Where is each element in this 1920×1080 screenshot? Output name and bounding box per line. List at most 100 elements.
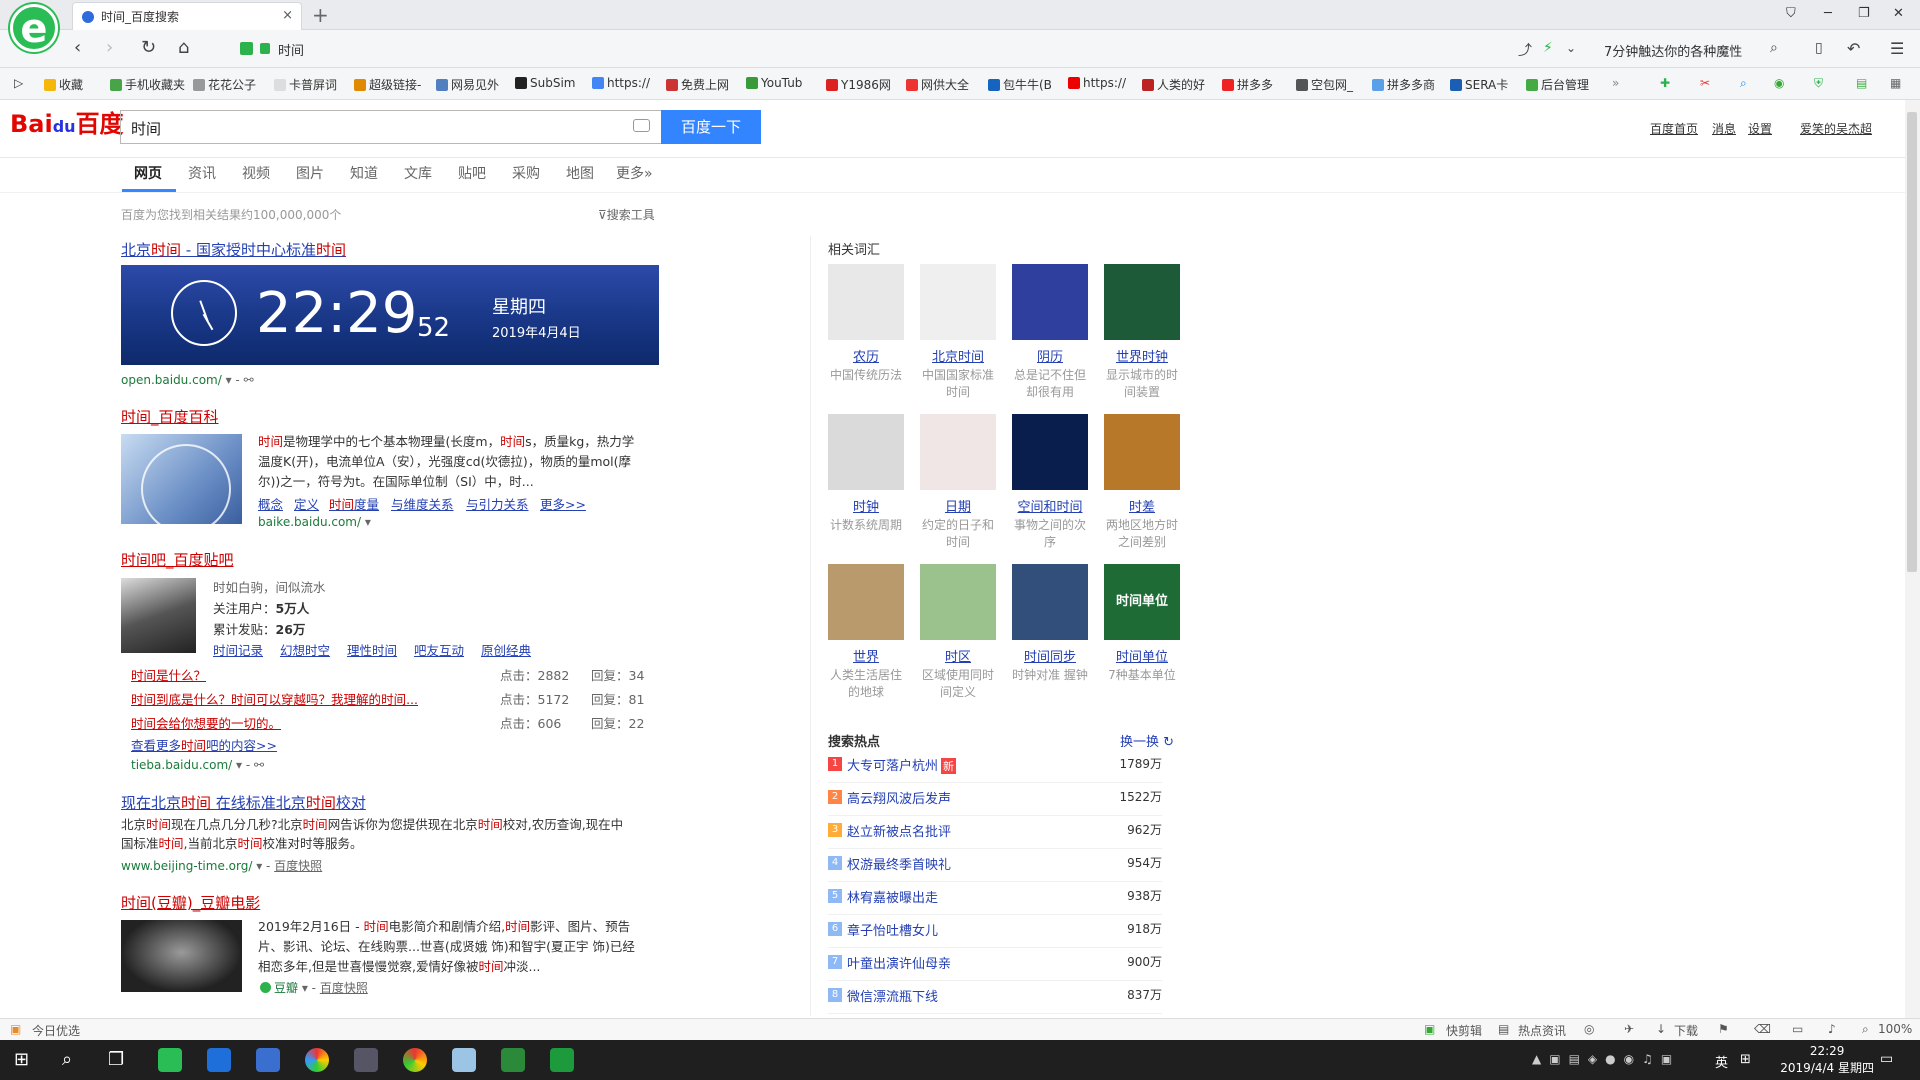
tab-wenku[interactable]: 文库 (404, 163, 432, 183)
bookmark-item[interactable]: 后台管理 (1526, 76, 1589, 93)
hot-item[interactable]: 7 叶童出演许仙母亲 900万 (828, 948, 1162, 981)
result-title[interactable]: 现在北京时间 在线标准北京时间校对 (121, 792, 366, 813)
extension-icon[interactable]: ✚ (1660, 76, 1670, 90)
notification-icon[interactable]: ▭ (1880, 1051, 1893, 1067)
related-name[interactable]: 北京时间 (920, 346, 996, 365)
keyboard-icon[interactable]: ⊞ (1740, 1052, 1751, 1067)
window-icon[interactable]: ▭ (1792, 1022, 1803, 1036)
reader-icon[interactable]: ▤ (1856, 76, 1867, 90)
baike-link-dimension[interactable]: 与维度关系 (391, 494, 454, 513)
windows-start-icon[interactable]: ⊞ (14, 1049, 29, 1070)
result-url[interactable]: open.baidu.com/ ▾ - ⚯ (121, 373, 254, 387)
bookmark-item[interactable]: 空包网_ (1296, 76, 1353, 93)
related-item[interactable]: 时间单位 时间单位 7种基本单位 (1104, 564, 1180, 684)
search-tools-button[interactable]: ⊽搜索工具 (598, 206, 655, 223)
related-thumbnail[interactable] (1012, 414, 1088, 490)
movie-poster-thumbnail[interactable] (121, 920, 242, 992)
zoom-level[interactable]: 100% (1878, 1022, 1912, 1036)
search-icon[interactable]: ⌕ (1770, 40, 1778, 56)
clock-widget[interactable]: 22:29 52 星期四 2019年4月4日 (121, 265, 659, 365)
hot-item[interactable]: 2 高云翔风波后发声 1522万 (828, 783, 1162, 816)
result-title[interactable]: 时间_百度百科 (121, 406, 219, 427)
messages-link[interactable]: 消息 (1712, 120, 1736, 137)
new-tab-button[interactable]: + (312, 3, 329, 27)
baike-link-concept[interactable]: 概念 (258, 494, 283, 513)
camera-icon[interactable] (633, 119, 650, 132)
hot-title-link[interactable]: 林宥嘉被曝出走 (847, 887, 938, 906)
hot-item[interactable]: 5 林宥嘉被曝出走 938万 (828, 882, 1162, 915)
apps-icon[interactable]: ▦ (1890, 76, 1901, 90)
related-name[interactable]: 世界时钟 (1104, 346, 1180, 365)
baike-thumbnail[interactable] (121, 434, 242, 524)
bookmarks-overflow-icon[interactable]: » (1612, 76, 1619, 90)
baidu-logo[interactable]: Baidu百度 (10, 104, 124, 139)
hot-title-link[interactable]: 叶童出演许仙母亲 (847, 953, 951, 972)
refresh-button[interactable]: 换一换 ↻ (1120, 731, 1174, 750)
tab-more[interactable]: 更多» (616, 163, 653, 183)
related-name[interactable]: 时差 (1104, 496, 1180, 515)
snapshot-link[interactable]: 百度快照 (320, 981, 368, 995)
hot-item[interactable]: 4 权游最终季首映礼 954万 (828, 849, 1162, 882)
baidu-home-link[interactable]: 百度首页 (1650, 120, 1698, 137)
close-tab-icon[interactable]: × (282, 8, 293, 23)
hot-title-link[interactable]: 权游最终季首映礼 (847, 854, 951, 873)
pin-icon[interactable]: ✈ (1624, 1022, 1634, 1036)
diamond-app-icon[interactable] (550, 1048, 574, 1072)
restore-icon[interactable]: ❐ (1858, 6, 1870, 21)
related-thumbnail[interactable] (1012, 264, 1088, 340)
skin-icon[interactable]: ⛉ (1786, 6, 1796, 21)
sound-icon[interactable]: ♪ (1828, 1022, 1836, 1036)
notes-app-icon[interactable] (452, 1048, 476, 1072)
related-thumbnail[interactable] (828, 264, 904, 340)
related-item[interactable]: 空间和时间 事物之间的次序 (1012, 414, 1088, 551)
hot-item[interactable]: 1 大专可落户杭州新 1789万 (828, 750, 1162, 783)
color-app-icon[interactable] (305, 1048, 329, 1072)
tieba-thumbnail[interactable] (121, 578, 196, 653)
search-icon[interactable]: ⌕ (62, 1049, 72, 1070)
mail-app-icon[interactable] (256, 1048, 280, 1072)
related-name[interactable]: 时钟 (828, 496, 904, 515)
tieba-more-link[interactable]: 查看更多时间吧的内容>> (131, 735, 277, 754)
result-url[interactable]: tieba.baidu.com/ ▾ - ⚯ (131, 758, 264, 772)
related-thumbnail[interactable] (1012, 564, 1088, 640)
baike-link-gravity[interactable]: 与引力关系 (466, 494, 529, 513)
related-name[interactable]: 阴历 (1012, 346, 1088, 365)
browser-logo[interactable]: e (10, 4, 58, 52)
bookmark-item[interactable]: 网供大全 (906, 76, 969, 93)
settings-link[interactable]: 设置 (1748, 120, 1772, 137)
baike-link-measure[interactable]: 时间度量 (329, 494, 379, 513)
flag-icon[interactable]: ⚑ (1718, 1022, 1729, 1036)
related-item[interactable]: 阴历 总是记不住但却很有用 (1012, 264, 1088, 401)
baike-link-more[interactable]: 更多>> (540, 494, 586, 513)
hot-tip-text[interactable]: 7分钟触达你的各种魔性 (1604, 41, 1742, 60)
bookmark-item[interactable]: 收藏 (44, 76, 83, 93)
bookmark-item[interactable]: 网易见外 (436, 76, 499, 93)
bookmark-item[interactable]: https:// (1068, 76, 1126, 90)
related-name[interactable]: 农历 (828, 346, 904, 365)
tieba-link[interactable]: 吧友互动 (414, 640, 464, 659)
task-view-icon[interactable]: ❐ (108, 1049, 124, 1070)
back-icon[interactable]: ‹ (74, 37, 81, 58)
tray-clock[interactable]: 22:29 2019/4/4 星期四 (1780, 1043, 1874, 1077)
related-item[interactable]: 时区 区域使用同时间定义 (920, 564, 996, 701)
today-picks[interactable]: 今日优选 (32, 1022, 80, 1039)
bookmark-item[interactable]: 拼多多 (1222, 76, 1273, 93)
undo-icon[interactable]: ↶ (1847, 39, 1860, 58)
tab-video[interactable]: 视频 (242, 163, 270, 183)
related-thumbnail[interactable] (920, 564, 996, 640)
thread-link[interactable]: 时间会给你想要的一切的。 (131, 713, 281, 732)
result-url[interactable]: 豆瓣 ▾ - 百度快照 (260, 979, 368, 996)
menu-icon[interactable]: ☰ (1890, 39, 1904, 58)
hot-title-link[interactable]: 大专可落户杭州新 (847, 755, 957, 774)
hot-title-link[interactable]: 赵立新被点名批评 (847, 821, 951, 840)
bookmark-item[interactable]: 拼多多商 (1372, 76, 1435, 93)
360-browser-icon[interactable] (158, 1048, 182, 1072)
search-input[interactable]: 时间 (120, 110, 661, 144)
related-thumbnail[interactable] (920, 414, 996, 490)
related-name[interactable]: 时区 (920, 646, 996, 665)
lightning-icon[interactable]: ⚡ (1543, 40, 1553, 56)
tab-map[interactable]: 地图 (566, 163, 594, 183)
snapshot-link[interactable]: 百度快照 (274, 859, 322, 873)
username-link[interactable]: 爱笑的吴杰超 (1800, 120, 1872, 137)
bookmark-item[interactable]: 超级链接- (354, 76, 421, 93)
